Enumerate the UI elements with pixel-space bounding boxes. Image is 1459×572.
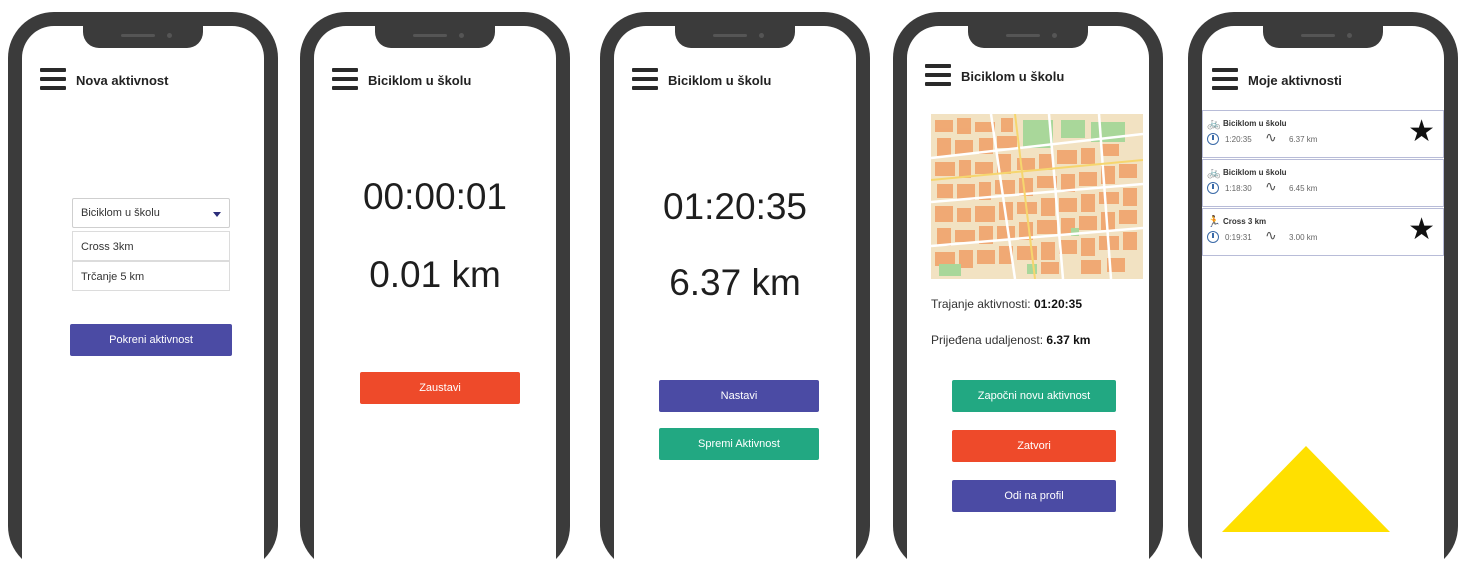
city-map-image [931,114,1143,279]
phone-notch [675,26,795,48]
activity-option[interactable]: Cross 3km [72,231,230,261]
bicycle-icon: 🚲 [1207,167,1221,179]
route-icon: ∿ [1265,178,1277,194]
route-map[interactable] [931,114,1143,279]
stop-button[interactable]: Zaustavi [360,372,520,404]
save-activity-button[interactable]: Spremi Aktivnost [659,428,819,460]
screen: Biciklom u školu 00:00:01 0.01 km Zausta… [314,26,556,572]
activity-distance: 3.00 km [1289,233,1318,242]
activity-list-item[interactable]: 🏃 Cross 3 km 0:19:31 ∿ 3.00 km ★ [1202,208,1444,256]
screen: Biciklom u školu 01:20:35 6.37 km Nastav… [614,26,856,572]
start-new-activity-button[interactable]: Započni novu aktivnost [952,380,1116,412]
hamburger-menu-icon[interactable] [1212,68,1238,90]
phone-notch [1263,26,1383,48]
activity-list-item[interactable]: 🚲 Biciklom u školu 1:20:35 ∿ 6.37 km ★ [1202,110,1444,158]
phone-activity-summary: Biciklom u školu Trajanje aktivnosti: 01… [893,12,1163,572]
runner-icon: 🏃 [1207,216,1221,228]
phone-notch [375,26,495,48]
activity-list-item[interactable]: 🚲 Biciklom u školu 1:18:30 ∿ 6.45 km [1202,159,1444,207]
go-to-profile-button[interactable]: Odi na profil [952,480,1116,512]
elapsed-time: 00:00:01 [362,176,508,217]
duration-value: 01:20:35 [1033,297,1082,311]
phone-timer-running: Biciklom u školu 00:00:01 0.01 km Zausta… [300,12,570,572]
distance-stat: Prijeđena udaljenost: 6.37 km [931,333,1090,347]
activity-distance: 6.37 km [1289,135,1318,144]
clock-icon [1207,231,1219,243]
activity-name: Biciklom u školu [1223,119,1287,128]
distance-label: Prijeđena udaljenost: [931,333,1044,347]
distance-value: 6.37 km [1046,333,1091,347]
distance-value: 0.01 km [369,254,501,295]
route-icon: ∿ [1265,227,1277,243]
clock-icon [1207,182,1219,194]
start-activity-button[interactable]: Pokreni aktivnost [70,324,232,356]
duration-label: Trajanje aktivnosti: [931,297,1031,311]
activity-duration: 1:20:35 [1225,135,1252,144]
route-icon: ∿ [1265,129,1277,145]
hamburger-menu-icon[interactable] [332,68,358,90]
star-icon[interactable]: ★ [1408,215,1435,245]
page-title: Nova aktivnost [76,73,169,88]
clock-icon [1207,133,1219,145]
chevron-down-icon [213,212,221,217]
activity-distance: 6.45 km [1289,184,1318,193]
hamburger-menu-icon[interactable] [925,64,951,86]
close-button[interactable]: Zatvori [952,430,1116,462]
phone-nova-aktivnost: Nova aktivnost Biciklom u školu Cross 3k… [8,12,278,572]
elapsed-time: 01:20:35 [662,186,808,227]
activity-name: Cross 3 km [1223,217,1267,226]
distance-value: 6.37 km [669,262,801,303]
duration-stat: Trajanje aktivnosti: 01:20:35 [931,297,1082,311]
screen: Biciklom u školu Trajanje aktivnosti: 01… [907,26,1149,572]
bicycle-icon: 🚲 [1207,118,1221,130]
screen: Nova aktivnost Biciklom u školu Cross 3k… [22,26,264,572]
phone-notch [968,26,1088,48]
decorative-yellow-triangle [1222,446,1390,532]
hamburger-menu-icon[interactable] [40,68,66,90]
page-title: Biciklom u školu [368,73,472,88]
hamburger-menu-icon[interactable] [632,68,658,90]
activity-select[interactable]: Biciklom u školu [72,198,230,228]
resume-button[interactable]: Nastavi [659,380,819,412]
phone-timer-paused: Biciklom u školu 01:20:35 6.37 km Nastav… [600,12,870,572]
activity-duration: 1:18:30 [1225,184,1252,193]
page-title: Biciklom u školu [668,73,772,88]
activity-name: Biciklom u školu [1223,168,1287,177]
activity-option[interactable]: Trčanje 5 km [72,261,230,291]
page-title: Moje aktivnosti [1248,73,1342,88]
activity-select-value: Biciklom u školu [81,207,160,219]
phone-notch [83,26,203,48]
page-title: Biciklom u školu [961,69,1065,84]
star-icon[interactable]: ★ [1408,117,1435,147]
activity-duration: 0:19:31 [1225,233,1252,242]
